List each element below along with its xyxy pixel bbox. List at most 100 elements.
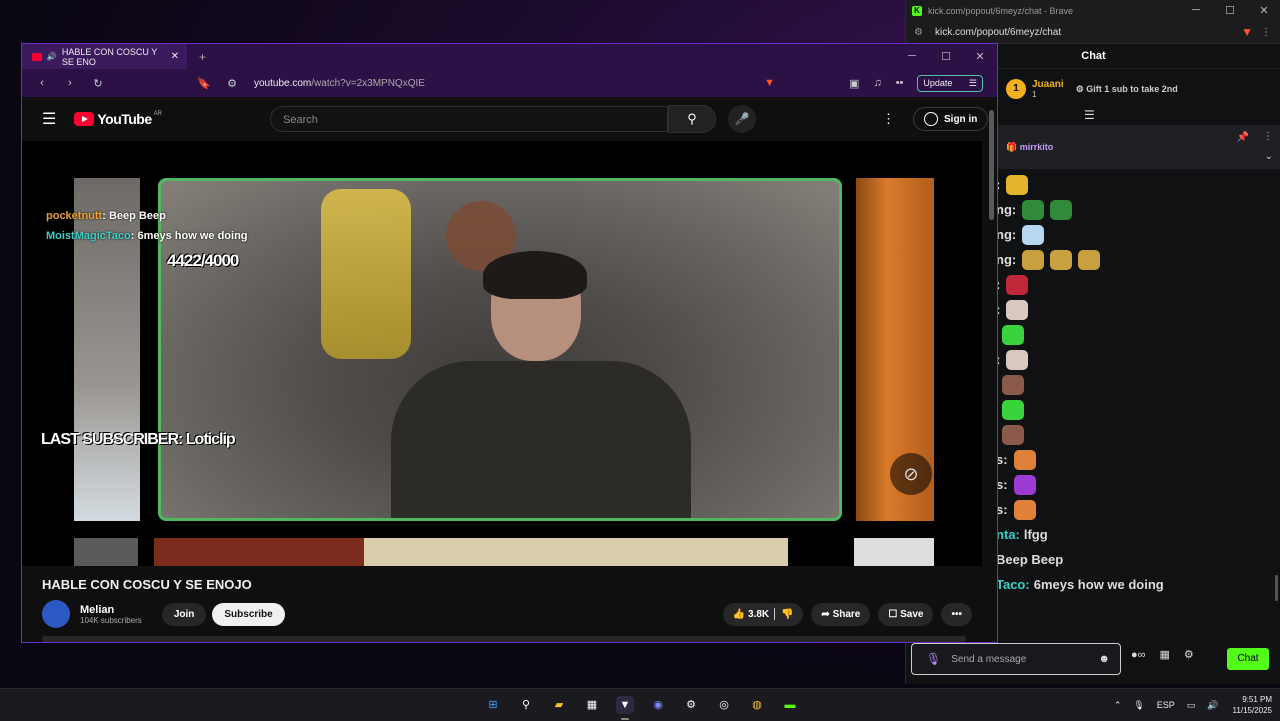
more-menu-icon[interactable]: ⋮: [1261, 27, 1271, 38]
emote-icon[interactable]: [1002, 324, 1024, 345]
subscribe-button[interactable]: Subscribe: [212, 602, 285, 626]
back-icon[interactable]: ‹: [34, 77, 50, 89]
channel-name[interactable]: Melian: [80, 604, 142, 616]
search-input[interactable]: Search: [270, 106, 668, 132]
forward-icon[interactable]: ›: [62, 77, 78, 89]
chat-input-placeholder[interactable]: Send a message: [951, 654, 1026, 665]
vpn-icon[interactable]: ••: [896, 77, 904, 89]
close-tab-icon[interactable]: ✕: [171, 51, 179, 62]
share-button[interactable]: ➦ Share: [811, 602, 871, 626]
discord-icon[interactable]: ◉: [649, 696, 667, 714]
kick-window-title: kick.com/popout/6meyz/chat - Brave: [928, 5, 1074, 16]
join-button[interactable]: Join: [161, 602, 207, 626]
chat-input[interactable]: 🎙 Send a message ☻: [911, 643, 1121, 675]
emote-icon[interactable]: [1078, 249, 1101, 270]
update-button[interactable]: Update ☰: [917, 74, 983, 92]
settings-menu-icon[interactable]: ⋮: [882, 111, 895, 127]
pinned-user[interactable]: mirrkito: [1020, 142, 1054, 152]
new-tab-icon[interactable]: +: [199, 50, 206, 64]
gift-sub-button[interactable]: ⚙ Gift 1 sub to take 2nd: [1076, 84, 1178, 95]
reader-mode-icon[interactable]: ▣: [849, 77, 859, 90]
obs-icon[interactable]: ◎: [715, 696, 733, 714]
emoji-icon[interactable]: ☻: [1098, 653, 1110, 665]
leader-name[interactable]: Juaani: [1032, 79, 1064, 90]
emote-icon[interactable]: [1006, 174, 1029, 195]
emote-icon[interactable]: [1002, 399, 1024, 420]
site-info-icon[interactable]: ⚙: [914, 27, 923, 38]
page-scrollbar[interactable]: [989, 110, 994, 220]
media-icon[interactable]: ♫: [873, 77, 881, 89]
description-box[interactable]: [42, 636, 966, 642]
terminal-icon[interactable]: ▬: [781, 696, 799, 714]
minimize-icon[interactable]: ─: [895, 50, 929, 63]
emote-icon[interactable]: [1050, 199, 1073, 220]
emote-icon[interactable]: [1006, 299, 1029, 320]
minimize-icon[interactable]: ─: [1179, 4, 1213, 17]
sign-in-button[interactable]: Sign in: [913, 107, 989, 131]
audio-playing-icon[interactable]: 🔊: [47, 52, 57, 61]
menu-icon[interactable]: ☰: [42, 109, 56, 129]
site-info-icon[interactable]: ⚙: [224, 77, 240, 90]
pin-icon[interactable]: 📌: [1237, 132, 1249, 143]
send-chat-button[interactable]: Chat: [1227, 648, 1269, 670]
start-icon[interactable]: ⊞: [484, 696, 502, 714]
chevron-down-icon[interactable]: ⌄: [1265, 151, 1273, 162]
sub-goal: 4422/4000: [167, 251, 239, 270]
like-button[interactable]: 👍 3.8K │ 👎: [722, 602, 804, 626]
settings-icon[interactable]: ⚙: [1184, 648, 1194, 661]
search-icon[interactable]: ⚲: [517, 696, 535, 714]
emote-icon[interactable]: [1013, 474, 1036, 495]
kick-url[interactable]: kick.com/popout/6meyz/chat: [935, 27, 1061, 38]
bookmark-icon[interactable]: 🔖: [196, 77, 212, 90]
emote-icon[interactable]: [1006, 274, 1029, 295]
more-options-icon[interactable]: ⋮: [1263, 131, 1273, 142]
store-icon[interactable]: ▦: [1160, 648, 1170, 661]
emote-icon[interactable]: [1022, 249, 1045, 270]
chrome-icon[interactable]: ◍: [748, 696, 766, 714]
chat-username[interactable]: nta:: [996, 527, 1020, 542]
microphone-icon[interactable]: 🎙: [1133, 700, 1144, 711]
thumbs-down-icon[interactable]: 👎: [781, 609, 793, 620]
video-player[interactable]: pocketnutt: Beep Beep MoistMagicTaco: 6m…: [22, 141, 982, 566]
search-icon[interactable]: ⚲: [668, 105, 716, 133]
maximize-icon[interactable]: ☐: [1213, 4, 1247, 17]
chat-username[interactable]: Taco:: [996, 577, 1030, 592]
microphone-icon[interactable]: 🎤: [728, 105, 756, 133]
file-explorer-icon[interactable]: ▰: [550, 696, 568, 714]
emote-icon[interactable]: [1002, 374, 1024, 395]
emote-icon[interactable]: [1050, 249, 1073, 270]
emote-icon[interactable]: [1013, 499, 1036, 520]
chat-messages: : ng: ng: ng:::: s: s: s: nta: lfgg Beep Beep Taco…: [996, 172, 1276, 597]
network-icon[interactable]: ▭: [1187, 700, 1196, 711]
brave-shields-icon[interactable]: ▼: [764, 77, 775, 89]
steam-icon[interactable]: ⚙: [682, 696, 700, 714]
volume-icon[interactable]: 🔊: [1207, 700, 1218, 711]
chat-scrollbar[interactable]: [1275, 575, 1278, 601]
reload-icon[interactable]: ↻: [90, 77, 106, 90]
close-icon[interactable]: ✕: [1247, 4, 1280, 17]
emote-icon[interactable]: [1006, 349, 1029, 370]
emote-icon[interactable]: [1013, 449, 1036, 470]
emote-icon[interactable]: [1022, 199, 1045, 220]
language-indicator[interactable]: ESP: [1157, 700, 1175, 710]
maximize-icon[interactable]: ☐: [929, 50, 963, 63]
brave-shields-icon[interactable]: ▼: [1241, 25, 1253, 39]
channel-avatar[interactable]: [42, 600, 70, 628]
tab-youtube[interactable]: 🔊 HABLE CON COSCU Y SE ENO ✕: [22, 44, 187, 69]
app-icon[interactable]: ▼: [616, 696, 634, 714]
clock[interactable]: 9:51 PM 11/15/2025: [1233, 694, 1272, 716]
chat-message: nta: lfgg: [996, 522, 1276, 547]
emote-icon[interactable]: [1002, 424, 1024, 445]
store-icon[interactable]: ▦: [583, 696, 601, 714]
url-bar[interactable]: youtube.com/watch?v=2x3MPNQxQIE: [254, 78, 425, 89]
close-icon[interactable]: ✕: [963, 50, 997, 63]
points-icon[interactable]: ●∞: [1131, 649, 1146, 661]
kick-address-bar[interactable]: ⚙ kick.com/popout/6meyz/chat ▼ ⋮: [906, 21, 1280, 44]
more-actions-button[interactable]: •••: [941, 602, 972, 626]
muted-icon[interactable]: ⊘: [890, 453, 932, 495]
save-button[interactable]: ☐ Save: [878, 602, 934, 626]
youtube-logo[interactable]: YouTube AR: [74, 111, 162, 127]
emote-picker-icon[interactable]: 🎙: [926, 652, 941, 666]
emote-icon[interactable]: [1022, 224, 1045, 245]
tray-expand-icon[interactable]: ⌃: [1114, 700, 1122, 711]
